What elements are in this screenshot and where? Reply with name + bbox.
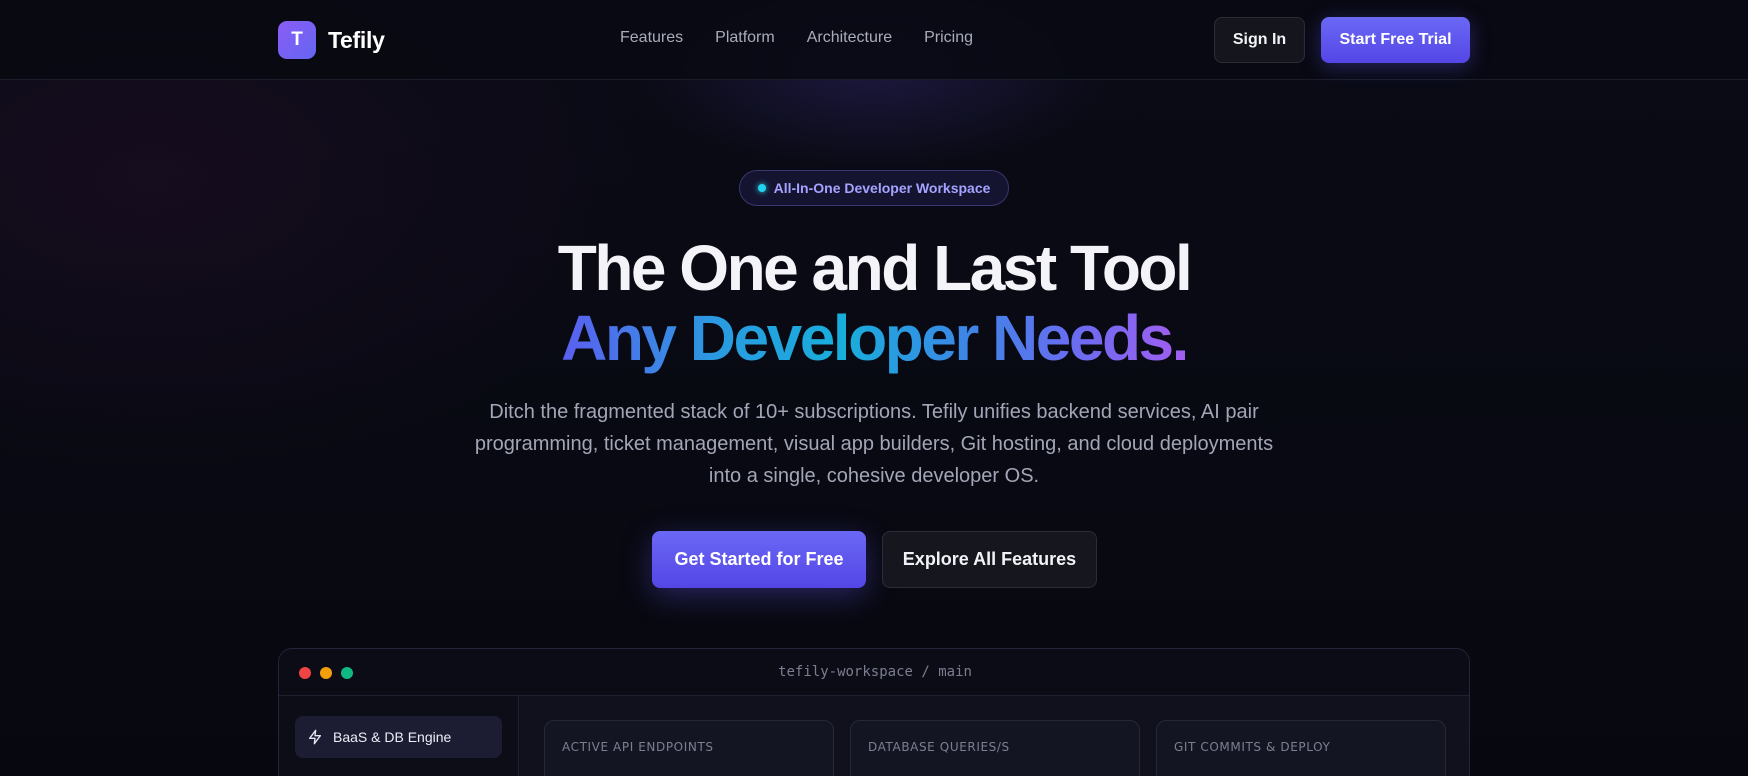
hero-subtitle: Ditch the fragmented stack of 10+ subscr… xyxy=(474,401,1274,487)
sidebar-item-baas[interactable]: BaaS & DB Engine xyxy=(295,716,502,758)
nav-link-pricing[interactable]: Pricing xyxy=(924,29,973,47)
sidebar-item-label: BaaS & DB Engine xyxy=(333,729,452,745)
workspace-sidebar: BaaS & DB Engine xyxy=(279,696,519,776)
hero-badge: All-In-One Developer Workspace xyxy=(739,170,1009,206)
hero-title-line1: The One and Last Tool xyxy=(557,232,1193,304)
hero-title-gradient: Any Developer Needs. xyxy=(561,302,1189,374)
logo-mark: T xyxy=(278,21,316,59)
sign-in-button[interactable]: Sign In xyxy=(1214,17,1305,63)
hero-badge-text: All-In-One Developer Workspace xyxy=(773,180,991,196)
workspace-main: ACTIVE API ENDPOINTS DATABASE QUERIES/S … xyxy=(520,696,1469,776)
landing-page: T Tefily Features Platform Architecture … xyxy=(0,0,1748,776)
stat-label: GIT COMMITS & DEPLOY xyxy=(1174,740,1331,754)
nav-link-architecture[interactable]: Architecture xyxy=(807,29,892,47)
stat-label: ACTIVE API ENDPOINTS xyxy=(562,740,714,754)
start-free-trial-button[interactable]: Start Free Trial xyxy=(1321,17,1470,63)
window-titlebar: tefily-workspace / main xyxy=(279,649,1469,696)
hero-title-line2: Any Developer Needs. xyxy=(0,301,1748,375)
stat-card-db-queries: DATABASE QUERIES/S xyxy=(850,720,1140,776)
lightning-icon xyxy=(309,729,321,745)
explore-features-button[interactable]: Explore All Features xyxy=(882,531,1097,588)
workspace-preview-window: tefily-workspace / main BaaS & DB Engine… xyxy=(278,648,1470,776)
brand-logo[interactable]: T Tefily xyxy=(278,21,385,59)
stat-label: DATABASE QUERIES/S xyxy=(868,740,1010,754)
nav-link-platform[interactable]: Platform xyxy=(715,29,775,47)
brand-name: Tefily xyxy=(328,26,385,53)
nav-links: Features Platform Architecture Pricing xyxy=(620,29,973,47)
stat-card-api-endpoints: ACTIVE API ENDPOINTS xyxy=(544,720,834,776)
nav-link-features[interactable]: Features xyxy=(620,29,683,47)
window-title: tefily-workspace / main xyxy=(778,664,972,680)
stat-card-git-commits: GIT COMMITS & DEPLOY xyxy=(1156,720,1446,776)
top-nav: T Tefily Features Platform Architecture … xyxy=(0,0,1748,80)
get-started-button[interactable]: Get Started for Free xyxy=(652,531,866,588)
status-dot-icon xyxy=(757,184,766,192)
